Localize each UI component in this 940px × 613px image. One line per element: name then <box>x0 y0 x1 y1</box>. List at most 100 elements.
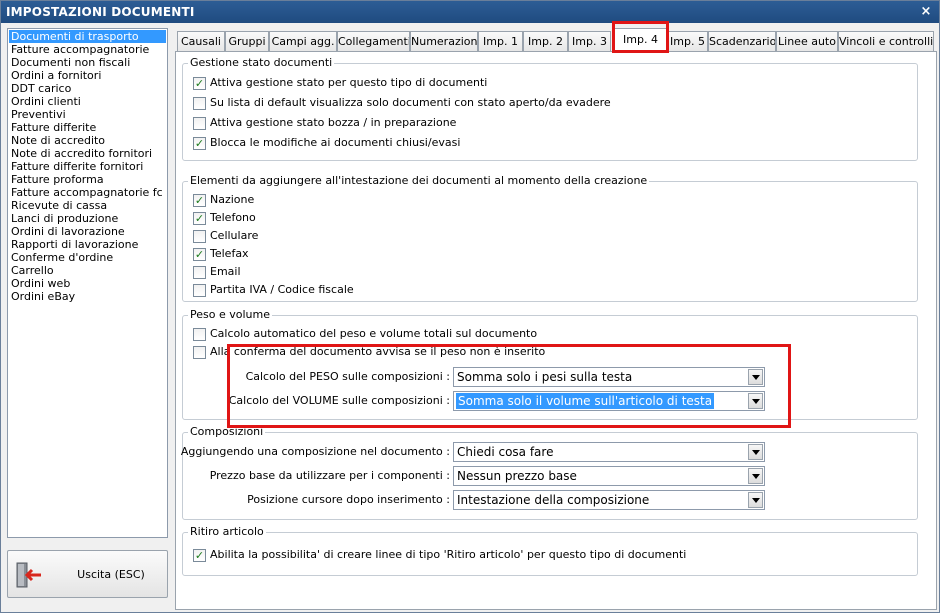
intestazione-checkbox-3[interactable]: ✓ <box>193 248 206 261</box>
tab-imp-3[interactable]: Imp. 3 <box>568 31 611 52</box>
stato-checkbox-label-1: Su lista di default visualizza solo docu… <box>210 96 611 109</box>
peso-calc-select[interactable]: Somma solo i pesi sulla testa <box>453 367 765 387</box>
tab-imp-2[interactable]: Imp. 2 <box>523 31 568 52</box>
peso-checkbox-label-0: Calcolo automatico del peso e volume tot… <box>210 327 538 340</box>
doc-type-item-fatture-accompagnatorie[interactable]: Fatture accompagnatorie <box>8 43 167 56</box>
tab-linee-auto[interactable]: Linee auto <box>776 31 838 52</box>
stato-checkbox-0[interactable]: ✓ <box>193 77 206 90</box>
doc-type-item-rapporti-di-lavorazione[interactable]: Rapporti di lavorazione <box>8 238 167 251</box>
group-intestazione-title: Elementi da aggiungere all'intestazione … <box>188 174 650 188</box>
doc-type-item-ddt-carico[interactable]: DDT carico <box>8 82 167 95</box>
chevron-down-icon[interactable] <box>748 444 763 460</box>
doc-type-item-note-di-accredito[interactable]: Note di accredito <box>8 134 167 147</box>
tab-collegamenti[interactable]: Collegamenti <box>337 31 410 52</box>
doc-type-item-ordini-di-lavorazione[interactable]: Ordini di lavorazione <box>8 225 167 238</box>
composizioni-select-value-0: Chiedi cosa fare <box>457 445 554 459</box>
composizioni-field-label-2: Posizione cursore dopo inserimento : <box>247 493 450 506</box>
doc-type-item-ordini-web[interactable]: Ordini web <box>8 277 167 290</box>
stato-checkbox-1[interactable] <box>193 97 206 110</box>
group-composizioni-title: Composizioni <box>188 425 266 439</box>
tab-gruppi[interactable]: Gruppi <box>225 31 269 52</box>
stato-checkbox-label-0: Attiva gestione stato per questo tipo di… <box>210 76 488 89</box>
composizioni-select-1[interactable]: Nessun prezzo base <box>453 466 765 486</box>
tab-panel-imp4: Gestione stato documenti ✓ Attiva gestion… <box>175 51 937 610</box>
intestazione-checkbox-2[interactable] <box>193 230 206 243</box>
group-ritiro-articolo-title: Ritiro articolo <box>188 525 266 539</box>
doc-type-item-fatture-differite-fornitori[interactable]: Fatture differite fornitori <box>8 160 167 173</box>
volume-calc-select[interactable]: Somma solo il volume sull'articolo di te… <box>453 391 765 411</box>
group-gestione-stato: Gestione stato documenti ✓ Attiva gestion… <box>182 56 918 161</box>
stato-checkbox-label-3: Blocca le modifiche ai documenti chiusi/… <box>210 136 461 149</box>
group-composizioni: Composizioni Aggiungendo una composizion… <box>180 425 918 520</box>
doc-type-item-note-di-accredito-fornitori[interactable]: Note di accredito fornitori <box>8 147 167 160</box>
composizioni-select-value-2: Intestazione della composizione <box>457 493 650 507</box>
doc-type-item-ordini-clienti[interactable]: Ordini clienti <box>8 95 167 108</box>
group-ritiro-articolo: Ritiro articolo ✓ Abilita la possibilita… <box>182 525 918 576</box>
group-peso-volume: Peso e volume Calcolo automatico del pes… <box>182 308 918 420</box>
composizioni-field-label-1: Prezzo base da utilizzare per i componen… <box>209 469 450 482</box>
intestazione-checkbox-label-0: Nazione <box>210 193 255 206</box>
chevron-down-icon[interactable] <box>748 393 763 409</box>
tab-imp-4[interactable]: Imp. 4 <box>614 28 667 52</box>
tab-bar: Causali Gruppi Campi agg. Collegamenti Numer… <box>175 28 937 52</box>
tab-causali[interactable]: Causali <box>177 31 225 52</box>
doc-type-item-lanci-di-produzione[interactable]: Lanci di produzione <box>8 212 167 225</box>
intestazione-checkbox-1[interactable]: ✓ <box>193 212 206 225</box>
document-type-list[interactable]: Documenti di trasporto Fatture accompagna… <box>7 28 168 538</box>
tab-imp-1[interactable]: Imp. 1 <box>478 31 523 52</box>
exit-button[interactable]: Uscita (ESC) <box>7 550 168 598</box>
tab-vincoli-e-controlli[interactable]: Vincoli e controlli <box>838 31 934 52</box>
volume-calc-label: Calcolo del VOLUME sulle composizioni : <box>228 394 450 407</box>
exit-door-icon <box>16 562 41 588</box>
peso-checkbox-label-1: Alla conferma del documento avvisa se il… <box>210 345 546 358</box>
doc-type-item-fatture-differite[interactable]: Fatture differite <box>8 121 167 134</box>
doc-type-item-conferme-d-ordine[interactable]: Conferme d'ordine <box>8 251 167 264</box>
title-bar: IMPOSTAZIONI DOCUMENTI × <box>1 1 939 23</box>
exit-button-label: Uscita (ESC) <box>77 568 145 581</box>
chevron-down-icon[interactable] <box>748 492 763 508</box>
doc-type-item-ricevute-di-cassa[interactable]: Ricevute di cassa <box>8 199 167 212</box>
doc-type-item-fatture-accompagnatorie-fc[interactable]: Fatture accompagnatorie fc <box>8 186 167 199</box>
close-icon[interactable]: × <box>919 1 933 23</box>
ritiro-checkbox[interactable]: ✓ <box>193 549 206 562</box>
chevron-down-icon[interactable] <box>748 369 763 385</box>
tab-imp-5[interactable]: Imp. 5 <box>667 31 708 52</box>
settings-window: IMPOSTAZIONI DOCUMENTI × Documenti di tr… <box>0 0 940 613</box>
intestazione-checkbox-label-3: Telefax <box>210 247 249 260</box>
doc-type-item-preventivi[interactable]: Preventivi <box>8 108 167 121</box>
doc-type-item-documenti-di-trasporto[interactable]: Documenti di trasporto <box>9 30 166 43</box>
stato-checkbox-label-2: Attiva gestione stato bozza / in prepara… <box>210 116 457 129</box>
composizioni-select-value-1: Nessun prezzo base <box>457 469 577 483</box>
group-peso-volume-title: Peso e volume <box>188 308 272 322</box>
peso-checkbox-1[interactable] <box>193 346 206 359</box>
ritiro-checkbox-label: Abilita la possibilita' di creare linee … <box>210 548 687 561</box>
chevron-down-icon[interactable] <box>748 468 763 484</box>
tab-campi-agg[interactable]: Campi agg. <box>269 31 337 52</box>
window-title: IMPOSTAZIONI DOCUMENTI <box>6 5 195 19</box>
intestazione-checkbox-4[interactable] <box>193 266 206 279</box>
peso-calc-value: Somma solo i pesi sulla testa <box>457 370 633 384</box>
group-intestazione: Elementi da aggiungere all'intestazione … <box>182 174 918 302</box>
doc-type-item-documenti-non-fiscali[interactable]: Documenti non fiscali <box>8 56 167 69</box>
intestazione-checkbox-5[interactable] <box>193 284 206 297</box>
intestazione-checkbox-label-2: Cellulare <box>210 229 259 242</box>
intestazione-checkbox-0[interactable]: ✓ <box>193 194 206 207</box>
stato-checkbox-2[interactable] <box>193 117 206 130</box>
intestazione-checkbox-label-5: Partita IVA / Codice fiscale <box>210 283 354 296</box>
stato-checkbox-3[interactable]: ✓ <box>193 137 206 150</box>
tab-numerazioni[interactable]: Numerazioni <box>410 31 478 52</box>
doc-type-item-ordini-ebay[interactable]: Ordini eBay <box>8 290 167 303</box>
composizioni-select-2[interactable]: Intestazione della composizione <box>453 490 765 510</box>
doc-type-item-carrello[interactable]: Carrello <box>8 264 167 277</box>
peso-calc-label: Calcolo del PESO sulle composizioni : <box>245 370 450 383</box>
intestazione-checkbox-label-4: Email <box>210 265 241 278</box>
volume-calc-value: Somma solo il volume sull'articolo di te… <box>456 393 715 409</box>
composizioni-select-0[interactable]: Chiedi cosa fare <box>453 442 765 462</box>
doc-type-item-ordini-a-fornitori[interactable]: Ordini a fornitori <box>8 69 167 82</box>
group-gestione-stato-title: Gestione stato documenti <box>188 56 335 70</box>
intestazione-checkbox-label-1: Telefono <box>210 211 256 224</box>
tab-scadenzario[interactable]: Scadenzario <box>708 31 776 52</box>
composizioni-field-label-0: Aggiungendo una composizione nel documen… <box>180 445 450 458</box>
doc-type-item-fatture-proforma[interactable]: Fatture proforma <box>8 173 167 186</box>
peso-checkbox-0[interactable] <box>193 328 206 341</box>
